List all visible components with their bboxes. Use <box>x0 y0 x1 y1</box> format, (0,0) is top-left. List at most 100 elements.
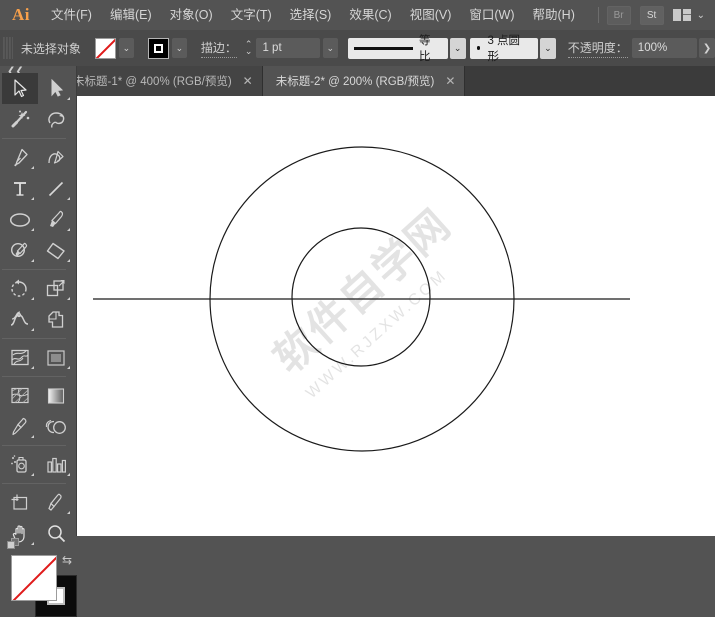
workspace-chevron-icon[interactable]: ⌄ <box>697 10 705 21</box>
tool-zoom[interactable] <box>38 518 74 549</box>
tool-ellipse[interactable] <box>2 204 38 235</box>
tools-divider-5 <box>2 445 66 446</box>
menu-help[interactable]: 帮助(H) <box>524 0 584 30</box>
opacity-label: 不透明度： <box>567 39 628 58</box>
fill-color-box[interactable] <box>11 555 57 601</box>
stroke-profile-chevron-icon[interactable]: ⌄ <box>449 37 466 59</box>
stock-button[interactable]: St <box>639 5 664 25</box>
tool-shape-builder[interactable] <box>2 342 38 373</box>
tool-artboard[interactable] <box>2 487 38 518</box>
tool-expand-corner-icon <box>31 297 34 300</box>
menu-view[interactable]: 视图(V) <box>401 0 461 30</box>
opacity-field[interactable]: 100% <box>631 38 698 58</box>
tool-curvature[interactable] <box>38 142 74 173</box>
fill-swatch-group[interactable]: ⌄ <box>94 37 134 59</box>
tool-rotate[interactable] <box>2 273 38 304</box>
document-tab-bar: 未标题-1* @ 400% (RGB/预览) ✕ 未标题-2* @ 200% (… <box>0 66 715 96</box>
menu-select[interactable]: 选择(S) <box>281 0 341 30</box>
menu-effect[interactable]: 效果(C) <box>340 0 400 30</box>
default-fill-square <box>7 541 15 549</box>
tool-expand-corner-icon <box>31 473 34 476</box>
default-fill-stroke-icon[interactable] <box>7 538 20 551</box>
app-logo: Ai <box>12 5 30 24</box>
document-tab-1-close-icon[interactable]: ✕ <box>243 74 253 88</box>
tool-expand-corner-icon <box>31 542 34 545</box>
tools-divider-6 <box>2 483 66 484</box>
tool-line-segment[interactable] <box>38 173 74 204</box>
inner-circle[interactable] <box>291 227 431 367</box>
document-tab-2[interactable]: 未标题-2* @ 200% (RGB/预览) ✕ <box>262 66 466 96</box>
tool-free-transform[interactable] <box>38 304 74 335</box>
tool-magic-wand[interactable] <box>2 104 38 135</box>
tool-column-graph[interactable] <box>38 449 74 480</box>
stroke-weight-stepper[interactable]: ⌃ ⌄ <box>245 40 253 56</box>
tool-symbol-sprayer[interactable] <box>2 449 38 480</box>
tools-divider-3 <box>2 338 66 339</box>
tool-expand-corner-icon <box>31 228 34 231</box>
tool-width[interactable] <box>2 304 38 335</box>
tool-expand-corner-icon <box>31 435 34 438</box>
tool-eraser[interactable] <box>38 235 74 266</box>
control-bar-grip[interactable] <box>3 37 13 59</box>
opacity-expand-icon[interactable]: ❯ <box>699 38 715 58</box>
tool-expand-corner-icon <box>67 297 70 300</box>
document-tab-1-title: 未标题-1* @ 400% (RGB/预览) <box>73 76 232 88</box>
menu-bar: Ai 文件(F) 编辑(E) 对象(O) 文字(T) 选择(S) 效果(C) 视… <box>0 0 715 31</box>
tool-scale[interactable] <box>38 273 74 304</box>
control-bar: 未选择对象 ⌄ ⌄ 描边： ⌃ ⌄ 1 pt ⌄ 等比 ⌄ 3 点圆形 ⌄ 不透明… <box>0 30 715 67</box>
tool-blend[interactable] <box>38 411 74 442</box>
tool-selection[interactable] <box>2 73 38 104</box>
artboard-canvas[interactable]: 软件自学网 WWW.RJZXW.COM <box>76 96 715 536</box>
workspace-icon-right <box>682 9 691 21</box>
artwork-svg <box>93 146 630 452</box>
tool-eyedropper[interactable] <box>2 411 38 442</box>
tool-expand-corner-icon <box>67 259 70 262</box>
tool-perspective-grid[interactable] <box>38 342 74 373</box>
tool-mesh[interactable] <box>2 380 38 411</box>
document-tab-1[interactable]: 未标题-1* @ 400% (RGB/预览) ✕ <box>60 66 263 96</box>
menu-file[interactable]: 文件(F) <box>42 0 101 30</box>
stroke-dropdown-chevron-icon[interactable]: ⌄ <box>171 38 187 58</box>
tool-expand-corner-icon <box>67 473 70 476</box>
stroke-weight-field[interactable]: 1 pt <box>256 38 320 58</box>
document-tab-2-close-icon[interactable]: ✕ <box>445 74 455 88</box>
stroke-swatch-group[interactable]: ⌄ <box>147 37 187 59</box>
tool-type[interactable] <box>2 173 38 204</box>
stroke-weight-label: 描边： <box>200 39 237 58</box>
menu-object[interactable]: 对象(O) <box>161 0 222 30</box>
fill-none-swatch[interactable] <box>94 37 116 59</box>
bridge-button[interactable]: Br <box>606 5 631 25</box>
workspace-switcher-icon[interactable] <box>672 9 693 21</box>
tools-panel: ❮❮ ⇆ <box>0 66 77 617</box>
tool-expand-corner-icon <box>67 511 70 514</box>
tool-expand-corner-icon <box>31 166 34 169</box>
tool-expand-corner-icon <box>31 197 34 200</box>
tool-shaper[interactable] <box>2 235 38 266</box>
swap-fill-stroke-icon[interactable]: ⇆ <box>62 553 72 567</box>
tool-slice[interactable] <box>38 487 74 518</box>
stroke-profile-preview-icon <box>353 46 413 50</box>
brush-definition-label: 3 点圆形 <box>487 35 521 63</box>
tool-direct-selection[interactable] <box>38 73 74 104</box>
tool-pen[interactable] <box>2 142 38 173</box>
menu-divider <box>597 7 599 23</box>
menu-type[interactable]: 文字(T) <box>222 0 281 30</box>
tool-expand-corner-icon <box>31 366 34 369</box>
brush-definition-selector[interactable]: 3 点圆形 <box>469 35 538 63</box>
stroke-black-swatch[interactable] <box>147 37 169 59</box>
tools-divider-1 <box>2 138 66 139</box>
document-tab-2-title: 未标题-2* @ 200% (RGB/预览) <box>275 76 435 88</box>
menu-edit[interactable]: 编辑(E) <box>101 0 161 30</box>
stroke-weight-chevron-icon[interactable]: ⌄ <box>322 38 338 58</box>
tool-paintbrush[interactable] <box>38 204 74 235</box>
tool-gradient[interactable] <box>38 380 74 411</box>
fill-dropdown-chevron-icon[interactable]: ⌄ <box>118 38 134 58</box>
menu-window[interactable]: 窗口(W) <box>460 0 523 30</box>
tools-divider-2 <box>2 269 66 270</box>
tool-lasso[interactable] <box>38 104 74 135</box>
stroke-profile-selector[interactable]: 等比 <box>347 35 448 63</box>
tools-grid <box>2 73 74 549</box>
brush-definition-chevron-icon[interactable]: ⌄ <box>539 37 556 59</box>
selection-status-label: 未选择对象 <box>20 41 81 56</box>
tool-expand-corner-icon <box>67 366 70 369</box>
